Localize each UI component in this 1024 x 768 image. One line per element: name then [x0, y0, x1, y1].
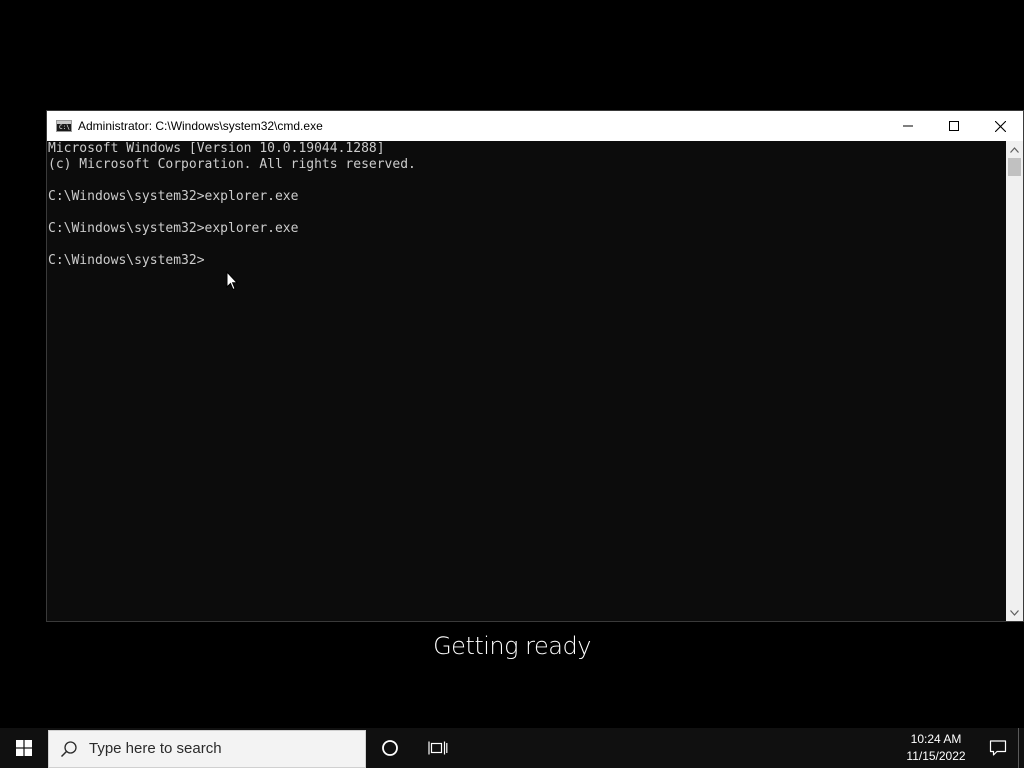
- cortana-circle-icon: [382, 740, 398, 756]
- close-icon: [994, 120, 1006, 132]
- clock-date: 11/15/2022: [906, 749, 966, 763]
- cmd-window[interactable]: C:\ Administrator: C:\Windows\system32\c…: [46, 110, 1024, 622]
- minimize-button[interactable]: [885, 111, 931, 141]
- desktop: C:\ Administrator: C:\Windows\system32\c…: [0, 0, 1024, 728]
- chevron-up-icon: [1010, 146, 1019, 153]
- scrollbar-thumb[interactable]: [1008, 158, 1021, 176]
- start-button[interactable]: [0, 728, 48, 768]
- maximize-icon: [949, 121, 959, 131]
- system-tray: 10:24 AM 11/15/2022: [900, 728, 1024, 768]
- minimize-icon: [903, 125, 913, 127]
- window-title: Administrator: C:\Windows\system32\cmd.e…: [78, 119, 323, 133]
- console-line: (c) Microsoft Corporation. All rights re…: [48, 157, 416, 172]
- clock-time: 10:24 AM: [910, 732, 962, 746]
- taskbar-search-box[interactable]: Type here to search: [48, 729, 366, 768]
- console-prompt-line[interactable]: C:\Windows\system32>: [47, 253, 1005, 269]
- show-desktop-button[interactable]: [1018, 728, 1024, 768]
- task-view-button[interactable]: [414, 728, 462, 768]
- taskbar: Type here to search 10:24 AM 11/15/2022: [0, 728, 1024, 768]
- windows-logo-icon: [16, 740, 32, 756]
- mouse-pointer-icon: [226, 271, 238, 291]
- task-view-icon: [428, 741, 448, 755]
- search-icon: [59, 739, 79, 759]
- title-bar[interactable]: C:\ Administrator: C:\Windows\system32\c…: [47, 111, 1023, 141]
- action-center-icon: [989, 740, 1007, 756]
- close-button[interactable]: [977, 111, 1023, 141]
- search-placeholder: Type here to search: [89, 740, 222, 757]
- action-center-button[interactable]: [978, 728, 1018, 768]
- cortana-button[interactable]: [366, 728, 414, 768]
- window-controls: [885, 111, 1023, 141]
- maximize-button[interactable]: [931, 111, 977, 141]
- console-line: C:\Windows\system32>explorer.exe: [48, 221, 299, 236]
- taskbar-clock[interactable]: 10:24 AM 11/15/2022: [900, 731, 972, 765]
- console-line: Microsoft Windows [Version 10.0.19044.12…: [48, 141, 385, 156]
- chevron-down-icon: [1010, 609, 1019, 616]
- console-output[interactable]: Microsoft Windows [Version 10.0.19044.12…: [47, 141, 1005, 621]
- vertical-scrollbar[interactable]: [1006, 141, 1023, 621]
- console-line: C:\Windows\system32>explorer.exe: [48, 189, 299, 204]
- cmd-icon: C:\: [56, 120, 72, 132]
- scroll-down-button[interactable]: [1006, 604, 1023, 621]
- status-message: Getting ready: [433, 632, 591, 660]
- scroll-up-button[interactable]: [1006, 141, 1023, 158]
